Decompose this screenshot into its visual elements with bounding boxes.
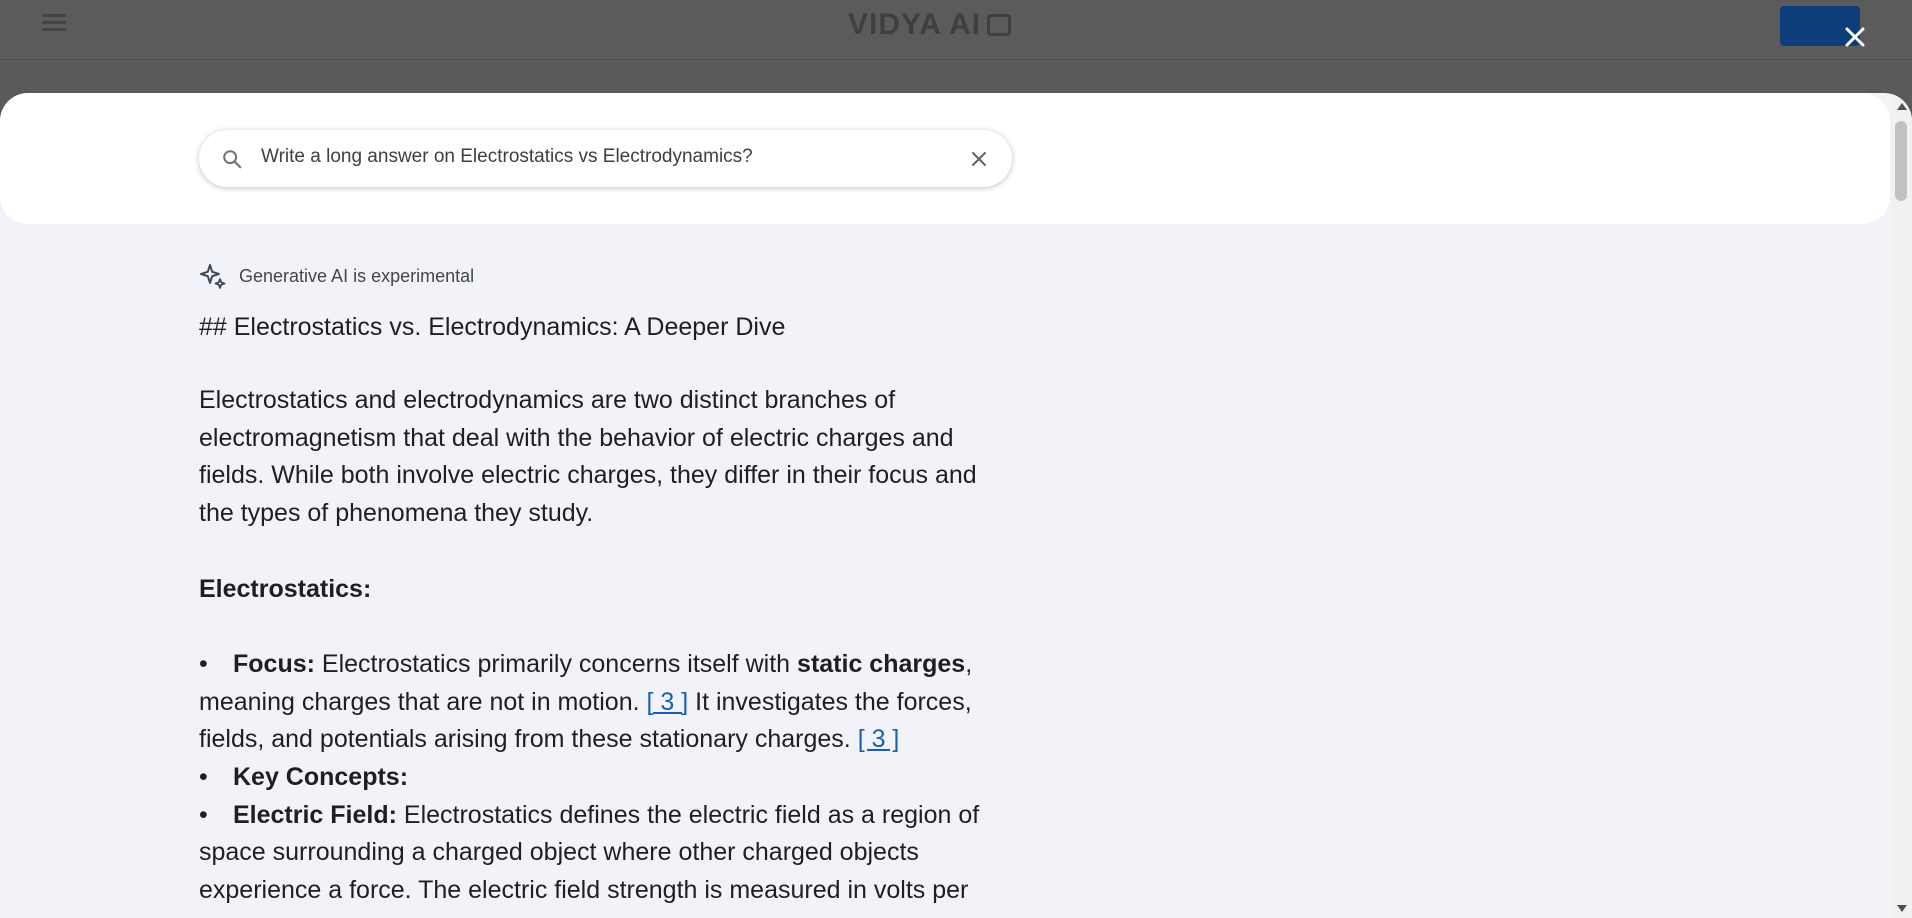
bullet-text: Electrostatics primarily concerns itself… <box>314 649 798 678</box>
bullet-dot: • <box>199 649 208 678</box>
citation-link[interactable]: [ 3 ] <box>647 688 689 716</box>
app-logo: VIDYA AI <box>848 8 1012 42</box>
citation-link[interactable]: [ 3 ] <box>858 725 900 753</box>
list-item: • Key Concepts: <box>199 759 999 797</box>
scrollbar-thumb[interactable] <box>1895 121 1907 201</box>
scroll-up-arrow-icon[interactable] <box>1897 103 1907 110</box>
bullet-dot: • <box>199 800 208 829</box>
clear-search-icon[interactable] <box>969 149 989 174</box>
bullet-label: Electric Field: <box>233 800 397 829</box>
bullet-label: Key Concepts: <box>233 762 409 791</box>
background-app-header: VIDYA AI <box>0 0 1912 60</box>
scroll-down-arrow-icon[interactable] <box>1897 905 1907 912</box>
search-header <box>0 93 1890 224</box>
experimental-label: Generative AI is experimental <box>239 265 475 286</box>
sparkle-icon <box>200 264 226 289</box>
bullet-label: Focus: <box>233 649 315 678</box>
list-item: • Electric Field: Electrostatics defines … <box>199 797 999 910</box>
experimental-badge: Generative AI is experimental <box>199 261 999 291</box>
menu-icon <box>42 14 66 32</box>
search-icon <box>221 148 243 175</box>
bullet-bold-text: static charges <box>797 649 966 678</box>
bullet-list: • Focus: Electrostatics primarily concern… <box>199 646 999 910</box>
bullet-dot: • <box>199 762 208 791</box>
scrollbar[interactable] <box>1891 93 1912 918</box>
answer-content: Generative AI is experimental ## Electro… <box>199 261 999 910</box>
list-item: • Focus: Electrostatics primarily concern… <box>199 646 999 759</box>
answer-heading: ## Electrostatics vs. Electrodynamics: A… <box>199 313 786 341</box>
search-bar[interactable] <box>199 130 1012 187</box>
section-title: Electrostatics: <box>199 574 372 603</box>
answer-modal: Generative AI is experimental ## Electro… <box>0 93 1912 918</box>
search-input[interactable] <box>261 146 961 168</box>
intro-paragraph: Electrostatics and electrodynamics are t… <box>199 386 977 528</box>
logo-box-icon <box>987 14 1012 36</box>
close-icon[interactable] <box>1840 22 1870 52</box>
